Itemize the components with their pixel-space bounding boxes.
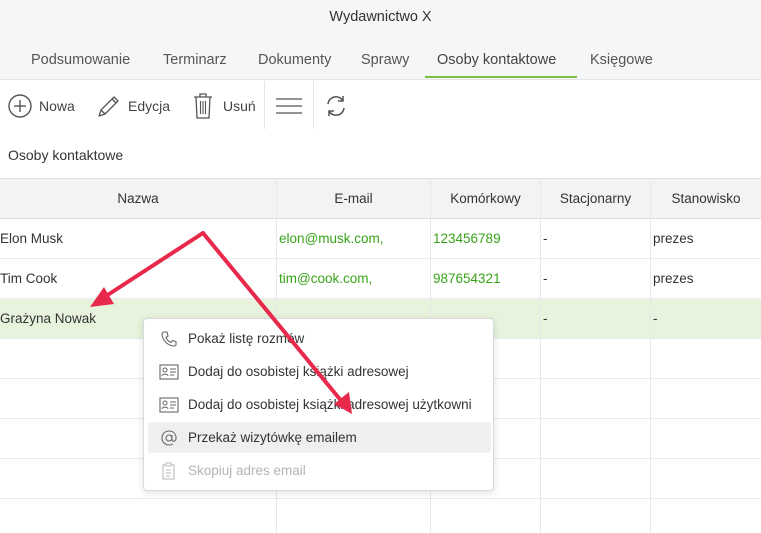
menu-item-label: Pokaż listę rozmów [188,331,305,346]
refresh-button[interactable] [324,91,348,121]
hamburger-icon [275,96,303,116]
table-row[interactable]: Elon Musk elon@musk.com, 123456789 - pre… [0,219,761,259]
table-row[interactable]: Tim Cook tim@cook.com, 987654321 - preze… [0,259,761,299]
copy-icon [150,462,188,480]
contact-card-icon [150,363,188,380]
delete-button-label: Usuń [223,98,256,114]
table-header: Nazwa E-mail Komórkowy Stacjonarny Stano… [0,178,761,219]
edit-button[interactable]: Edycja [96,91,170,121]
new-button-label: Nowa [39,98,75,114]
table-row-empty [0,499,761,533]
menu-item-add-user-addressbook[interactable]: Dodaj do osobistej książki adresowej uży… [148,389,491,420]
column-divider [540,178,541,533]
column-divider [650,178,651,533]
tab-sprawy[interactable]: Sprawy [361,50,409,80]
phone-icon [150,330,188,348]
cell-landline: - [543,311,548,326]
menu-item-add-personal-addressbook[interactable]: Dodaj do osobistej książki adresowej [148,356,491,387]
toolbar-divider [313,81,314,129]
new-button[interactable]: Nowa [7,91,75,121]
window-title: Wydawnictwo X [329,9,432,25]
menu-item-show-call-list[interactable]: Pokaż listę rozmów [148,323,491,354]
cell-mobile[interactable]: 987654321 [433,259,501,298]
cell-landline: - [543,231,548,246]
menu-button[interactable] [275,91,303,121]
cell-position: - [653,311,658,326]
tab-dokumenty[interactable]: Dokumenty [258,50,331,80]
context-menu: Pokaż listę rozmów Dodaj do osobistej ks… [143,318,494,491]
menu-item-label: Przekaż wizytówkę emailem [188,430,357,445]
menu-item-send-vcard-email[interactable]: Przekaż wizytówkę emailem [148,422,491,453]
column-header-position[interactable]: Stanowisko [651,179,761,219]
plus-circle-icon [7,93,33,119]
at-sign-icon [150,429,188,447]
active-tab-indicator [425,76,577,78]
refresh-icon [324,94,348,118]
column-header-landline[interactable]: Stacjonarny [541,179,650,219]
cell-email[interactable]: elon@musk.com, [279,219,384,258]
cell-name: Elon Musk [0,231,64,246]
menu-item-label: Skopiuj adres email [188,463,306,478]
cell-name: Grażyna Nowak [0,311,97,326]
cell-email[interactable]: tim@cook.com, [279,259,372,298]
tab-ksiegowe[interactable]: Księgowe [590,50,653,80]
menu-item-label: Dodaj do osobistej książki adresowej uży… [188,397,472,412]
menu-item-copy-email[interactable]: Skopiuj adres email [148,455,491,486]
cell-mobile[interactable]: 123456789 [433,219,501,258]
tab-podsumowanie[interactable]: Podsumowanie [31,50,130,80]
toolbar: Nowa Edycja Usuń [0,81,761,131]
trash-icon [192,92,214,120]
cell-landline: - [543,271,548,286]
menu-item-label: Dodaj do osobistej książki adresowej [188,364,409,379]
column-header-name[interactable]: Nazwa [0,179,276,219]
section-title: Osoby kontaktowe [8,147,124,163]
contact-card-icon [150,396,188,413]
cell-position: prezes [653,271,694,286]
cell-position: prezes [653,231,694,246]
pencil-icon [96,93,122,119]
tab-terminarz[interactable]: Terminarz [163,50,227,80]
column-header-email[interactable]: E-mail [277,179,430,219]
column-header-mobile[interactable]: Komórkowy [431,179,540,219]
toolbar-divider [264,81,265,129]
edit-button-label: Edycja [128,98,171,114]
delete-button[interactable]: Usuń [192,91,256,121]
cell-name: Tim Cook [0,271,58,286]
